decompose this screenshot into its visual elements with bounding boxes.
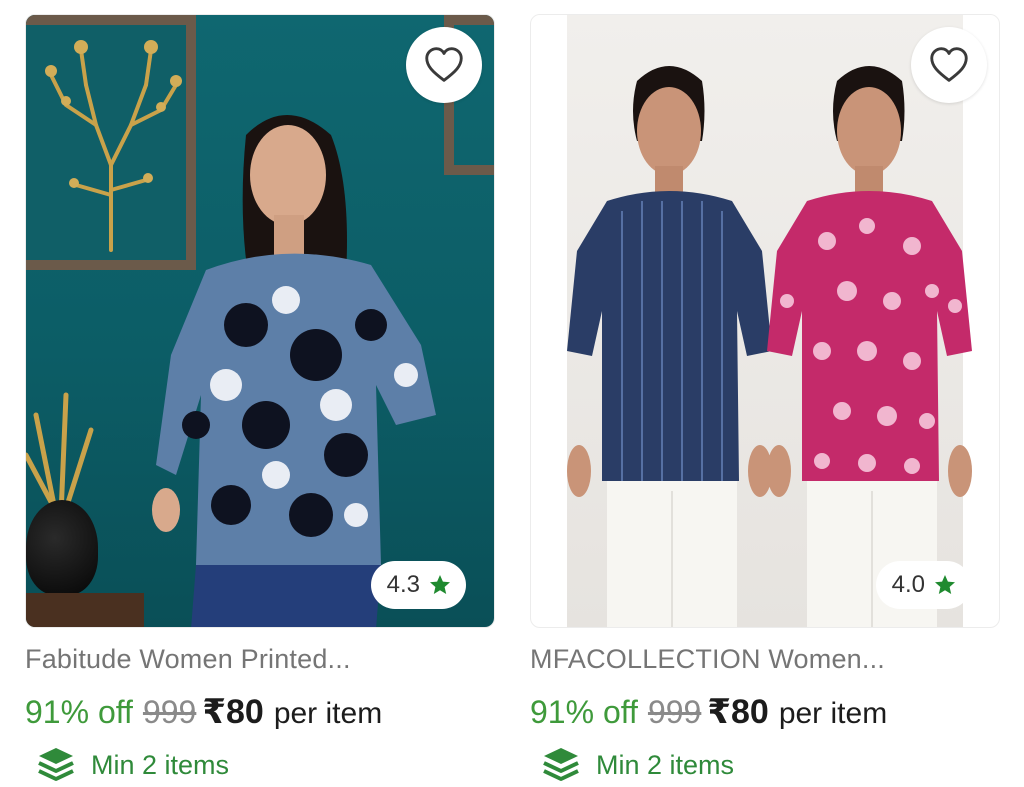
rating-value: 4.0: [891, 571, 925, 598]
price-unit: per item: [778, 697, 888, 730]
sale-price: ₹80: [707, 693, 769, 731]
original-price: 999: [647, 694, 702, 730]
heart-outline-icon: [425, 47, 463, 82]
layers-icon: [543, 748, 579, 781]
rating-badge: 4.3: [370, 561, 466, 609]
product-photo: [26, 15, 494, 627]
min-order-row: Min 2 items: [540, 744, 1000, 786]
price-row: 91% off 999 ₹80 per item: [25, 692, 495, 732]
product-grid: 4.3 Fabitude Women Printed... 91% off 99…: [0, 0, 1024, 787]
product-title[interactable]: MFACOLLECTION Women...: [530, 644, 1000, 680]
product-image[interactable]: 4.0: [530, 14, 1000, 628]
min-order-row: Min 2 items: [35, 744, 495, 786]
price-row: 91% off 999 ₹80 per item: [530, 692, 1000, 732]
product-title[interactable]: Fabitude Women Printed...: [25, 644, 495, 680]
discount-label: 91% off: [530, 694, 638, 730]
product-card[interactable]: 4.0 MFACOLLECTION Women... 91% off 999 ₹…: [530, 14, 1000, 784]
star-icon: [430, 575, 450, 594]
wishlist-button[interactable]: [911, 27, 987, 103]
min-order-text: Min 2 items: [91, 749, 230, 780]
rating-value: 4.3: [386, 571, 420, 598]
sale-price: ₹80: [202, 693, 264, 731]
layers-icon: [38, 748, 74, 781]
star-icon: [935, 575, 955, 594]
heart-outline-icon: [930, 47, 968, 82]
discount-label: 91% off: [25, 694, 133, 730]
rating-badge: 4.0: [875, 561, 971, 609]
original-price: 999: [142, 694, 197, 730]
product-card[interactable]: 4.3 Fabitude Women Printed... 91% off 99…: [25, 14, 495, 784]
min-order-text: Min 2 items: [596, 749, 735, 780]
price-unit: per item: [273, 697, 383, 730]
wishlist-button[interactable]: [406, 27, 482, 103]
product-photo: [531, 15, 999, 627]
product-image[interactable]: 4.3: [25, 14, 495, 628]
